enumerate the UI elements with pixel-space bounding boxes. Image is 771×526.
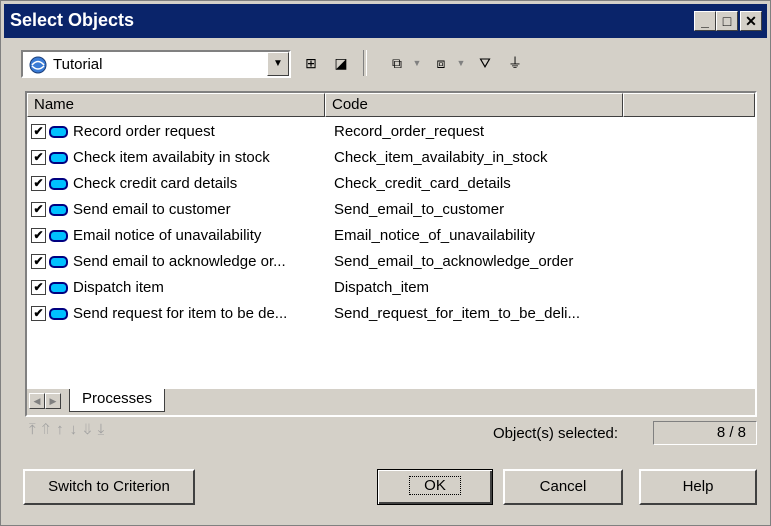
process-icon xyxy=(49,230,68,242)
select-all-dropdown-icon[interactable]: ▼ xyxy=(407,53,427,73)
list-item[interactable]: ✔ Send request for item to be de... Send_r… xyxy=(27,301,755,327)
list-item[interactable]: ✔ Check item availabity in stock Check_ite… xyxy=(27,145,755,171)
toolbar-separator xyxy=(363,50,367,76)
row-name: Send email to customer xyxy=(73,201,231,218)
toolbar: Tutorial ▼ ⊞ ◪ ⧉ ▼ ⧈ ▼ ⛛ ⏚ xyxy=(15,47,755,79)
row-code: Send_email_to_acknowledge_order xyxy=(334,253,574,270)
list-item[interactable]: ✔ Record order request Record_order_reques… xyxy=(27,119,755,145)
move-page-up-icon[interactable]: ⇑ xyxy=(42,421,56,438)
list-item[interactable]: ✔ Check credit card details Check_credit_c… xyxy=(27,171,755,197)
list-item[interactable]: ✔ Send email to customer Send_email_to_cus… xyxy=(27,197,755,223)
deselect-all-icon[interactable]: ⧈ xyxy=(431,53,451,73)
objects-selected-count: 8 / 8 xyxy=(653,421,757,445)
row-checkbox[interactable]: ✔ xyxy=(31,202,46,217)
row-checkbox[interactable]: ✔ xyxy=(31,254,46,269)
help-button[interactable]: Help xyxy=(639,469,757,505)
row-name: Send request for item to be de... xyxy=(73,305,288,322)
reorder-buttons: ⤒⇑↑↓⇓⤓ xyxy=(29,421,110,438)
row-code: Record_order_request xyxy=(334,123,485,140)
select-objects-dialog: Select Objects _ □ ✕ Tutorial ▼ ⊞ ◪ ⧉ ▼ … xyxy=(0,0,771,526)
row-checkbox[interactable]: ✔ xyxy=(31,228,46,243)
list-item[interactable]: ✔ Dispatch item Dispatch_item xyxy=(27,275,755,301)
column-header-extra[interactable] xyxy=(623,93,755,117)
process-icon xyxy=(49,178,68,190)
row-checkbox[interactable]: ✔ xyxy=(31,124,46,139)
process-icon xyxy=(49,152,68,164)
row-code: Check_item_availabity_in_stock xyxy=(334,149,548,166)
move-page-down-icon[interactable]: ⇓ xyxy=(83,421,97,438)
ok-button-label: OK xyxy=(409,476,461,495)
include-subpackages-icon[interactable]: ◪ xyxy=(331,53,351,73)
row-name: Send email to acknowledge or... xyxy=(73,253,286,270)
column-header-name[interactable]: Name xyxy=(27,93,325,117)
tab-strip: ◀ ▶ Processes xyxy=(27,389,755,415)
tab-scroll-left-button[interactable]: ◀ xyxy=(29,393,45,409)
minimize-button[interactable]: _ xyxy=(694,11,716,31)
objects-selected-label: Object(s) selected: xyxy=(493,425,619,442)
filter-settings-icon[interactable]: ⏚ xyxy=(505,53,525,73)
process-icon xyxy=(49,126,68,138)
process-icon xyxy=(49,204,68,216)
filter-icon[interactable]: ⛛ xyxy=(475,53,495,73)
list-header: Name Code xyxy=(27,93,755,117)
row-checkbox[interactable]: ✔ xyxy=(31,150,46,165)
process-icon xyxy=(49,282,68,294)
move-top-icon[interactable]: ⤒ xyxy=(29,421,42,438)
row-code: Email_notice_of_unavailability xyxy=(334,227,535,244)
list-item[interactable]: ✔ Email notice of unavailability Email_not… xyxy=(27,223,755,249)
row-checkbox[interactable]: ✔ xyxy=(31,306,46,321)
move-down-icon[interactable]: ↓ xyxy=(70,421,84,438)
row-name: Check credit card details xyxy=(73,175,238,192)
hierarchy-icon[interactable]: ⊞ xyxy=(301,53,321,73)
move-bottom-icon[interactable]: ⤓ xyxy=(98,421,111,438)
row-code: Dispatch_item xyxy=(334,279,430,296)
model-icon xyxy=(29,56,47,74)
model-select-value: Tutorial xyxy=(53,56,103,73)
process-icon xyxy=(49,308,68,320)
column-header-code[interactable]: Code xyxy=(325,93,623,117)
object-list[interactable]: Name Code ✔ Record order request Record_or… xyxy=(25,91,757,417)
row-checkbox[interactable]: ✔ xyxy=(31,280,46,295)
maximize-button[interactable]: □ xyxy=(716,11,738,31)
deselect-all-dropdown-icon[interactable]: ▼ xyxy=(451,53,471,73)
list-item[interactable]: ✔ Send email to acknowledge or... Send_ema… xyxy=(27,249,755,275)
close-button[interactable]: ✕ xyxy=(740,11,762,31)
window-title: Select Objects xyxy=(10,10,135,30)
row-name: Check item availabity in stock xyxy=(73,149,270,166)
title-bar: Select Objects _ □ ✕ xyxy=(4,4,767,38)
switch-to-criterion-button[interactable]: Switch to Criterion xyxy=(23,469,195,505)
model-select[interactable]: Tutorial ▼ xyxy=(21,50,291,78)
row-name: Dispatch item xyxy=(73,279,164,296)
row-checkbox[interactable]: ✔ xyxy=(31,176,46,191)
chevron-down-icon[interactable]: ▼ xyxy=(267,52,289,76)
row-code: Check_credit_card_details xyxy=(334,175,511,192)
cancel-button[interactable]: Cancel xyxy=(503,469,623,505)
tab-scroll-right-button[interactable]: ▶ xyxy=(45,393,61,409)
tab-processes[interactable]: Processes xyxy=(69,389,166,412)
ok-button[interactable]: OK xyxy=(377,469,493,505)
move-up-icon[interactable]: ↑ xyxy=(56,421,70,438)
process-icon xyxy=(49,256,68,268)
row-name: Email notice of unavailability xyxy=(73,227,262,244)
row-name: Record order request xyxy=(73,123,215,140)
row-code: Send_request_for_item_to_be_deli... xyxy=(334,305,581,322)
row-code: Send_email_to_customer xyxy=(334,201,505,218)
select-all-icon[interactable]: ⧉ xyxy=(387,53,407,73)
